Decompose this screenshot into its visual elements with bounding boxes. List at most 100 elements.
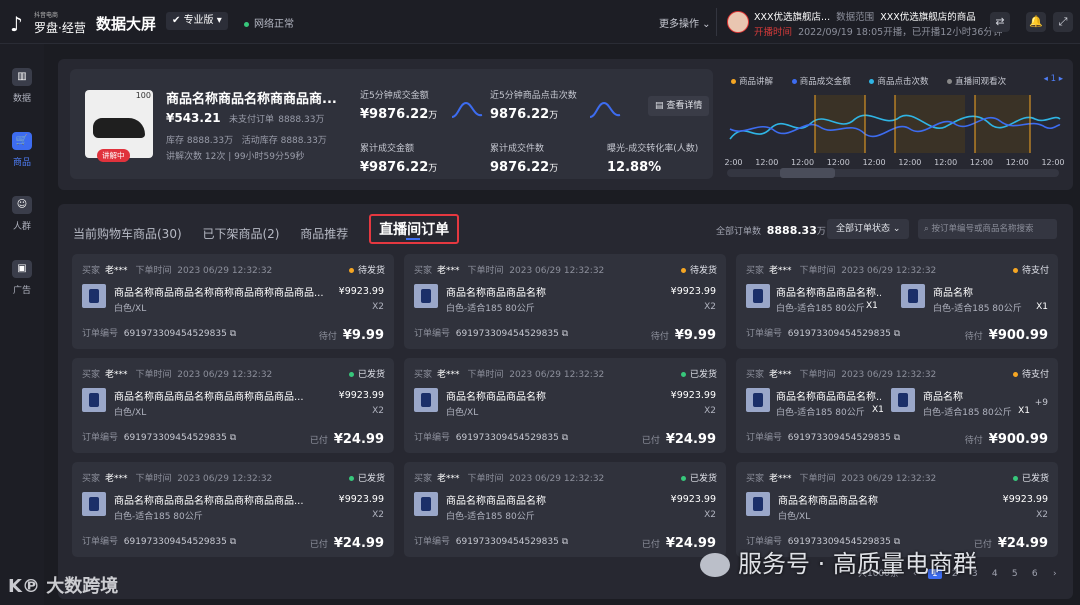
stat-recent-clicks: 近5分钟商品点击次数 9876.22万 bbox=[490, 88, 577, 122]
status-filter-dropdown[interactable]: 全部订单状态 ⌄ bbox=[827, 219, 910, 239]
sidebar-item-data[interactable]: ▥ 数据 bbox=[8, 68, 36, 104]
pay-label: 已付 bbox=[641, 436, 660, 446]
status-dot-icon bbox=[1012, 268, 1018, 273]
item-name: 商品名称商品商品名称... bbox=[776, 392, 881, 403]
tab-cart-goods[interactable]: 当前购物车商品(30) bbox=[73, 227, 182, 241]
order-time-label: 下单时间 bbox=[135, 474, 172, 484]
order-header: 买家 老*** 下单时间 2023 06/29 12:32:32 bbox=[746, 471, 936, 484]
order-card[interactable]: 买家 老*** 下单时间 2023 06/29 12:32:32 已发货 商品名称商品商… bbox=[404, 462, 726, 557]
order-card[interactable]: 买家 老*** 下单时间 2023 06/29 12:32:32 已发货 商品名称商品商… bbox=[72, 462, 394, 557]
view-detail-button[interactable]: ▤ 查看详情 bbox=[648, 96, 710, 116]
legend-item[interactable]: 商品点击次数 bbox=[869, 77, 936, 87]
stat-total-gmv: 累计成交金额 ¥9876.22万 bbox=[360, 141, 437, 175]
tab-recommend[interactable]: 商品推荐 bbox=[300, 227, 348, 241]
order-header: 买家 老*** 下单时间 2023 06/29 12:32:32 bbox=[82, 471, 272, 484]
copy-icon[interactable]: ⧉ bbox=[562, 537, 568, 547]
copy-icon[interactable]: ⧉ bbox=[230, 433, 236, 443]
order-time-label: 下单时间 bbox=[799, 474, 836, 484]
next-page-icon[interactable]: › bbox=[1048, 569, 1062, 579]
status-dot-icon bbox=[348, 268, 354, 273]
item-qty: X1 bbox=[1036, 302, 1048, 312]
page-number[interactable]: 6 bbox=[1028, 569, 1042, 579]
stat-value: 12.88% bbox=[607, 160, 662, 175]
order-search-input[interactable]: ⌕ 按订单编号或商品名称搜索 bbox=[918, 219, 1057, 239]
shop-name: XXX优选旗舰店... bbox=[754, 12, 831, 23]
order-card[interactable]: 买家 老*** 下单时间 2023 06/29 12:32:32 已发货 商品名称商品商… bbox=[404, 358, 726, 453]
tab-live-orders[interactable]: 直播间订单 bbox=[369, 214, 460, 244]
order-no-value: 691973309454529835 bbox=[123, 537, 227, 547]
order-card[interactable]: 买家 老*** 下单时间 2023 06/29 12:32:32 已发货 商品名称商品商… bbox=[736, 462, 1058, 557]
explain-count: 12次 bbox=[204, 152, 226, 162]
legend-item[interactable]: 商品讲解 bbox=[731, 77, 781, 87]
order-status: 已发货 bbox=[680, 471, 717, 484]
buyer-name: 老*** bbox=[769, 370, 792, 380]
order-card[interactable]: 买家 老*** 下单时间 2023 06/29 12:32:32 待支付 商品名称商品商… bbox=[736, 254, 1058, 349]
x-tick-label: 12:00 bbox=[970, 158, 993, 167]
order-card[interactable]: 买家 老*** 下单时间 2023 06/29 12:32:32 待发货 商品名称商品商… bbox=[72, 254, 394, 349]
x-tick-label: 12:00 bbox=[1006, 158, 1029, 167]
item-name: 商品名称商品商品名称... bbox=[776, 288, 881, 299]
order-status-label: 已发货 bbox=[357, 474, 385, 484]
fullscreen-icon[interactable]: ⤢ bbox=[1053, 12, 1073, 32]
logo-name: 罗盘·经营 bbox=[34, 21, 86, 35]
buyer-label: 买家 bbox=[82, 370, 101, 380]
app-logo: ♪ 抖音电商 罗盘·经营 bbox=[8, 10, 88, 36]
tab-offline-goods[interactable]: 已下架商品(2) bbox=[202, 227, 279, 241]
unpaid-label: 未支付订单 bbox=[229, 115, 275, 125]
search-icon: ⌕ bbox=[924, 224, 929, 234]
item-spec: 白色-适合185 80公斤 bbox=[933, 304, 1022, 314]
item-qty: X2 bbox=[704, 302, 716, 312]
item-qty: X1 bbox=[866, 301, 878, 311]
data-icon: ▥ bbox=[12, 68, 32, 86]
sidebar-item-goods[interactable]: 🛒 商品 bbox=[8, 132, 36, 168]
page-number[interactable]: 4 bbox=[988, 569, 1002, 579]
stat-unit: 万 bbox=[549, 111, 559, 121]
item-spec: 白色-适合185 80公斤 bbox=[446, 304, 535, 314]
order-time-label: 下单时间 bbox=[467, 474, 504, 484]
copy-icon[interactable]: ⧉ bbox=[894, 433, 900, 443]
stat-label: 近5分钟商品点击次数 bbox=[490, 91, 577, 101]
order-status: 已发货 bbox=[1012, 471, 1049, 484]
copy-icon[interactable]: ⧉ bbox=[894, 329, 900, 339]
order-no-value: 691973309454529835 bbox=[455, 433, 559, 443]
range-slider-track[interactable] bbox=[727, 169, 1059, 177]
more-label: 更多操作 bbox=[659, 19, 699, 30]
legend-item[interactable]: 直播间观看次 bbox=[947, 77, 1014, 87]
order-payment: 已付 ¥24.99 bbox=[310, 432, 384, 447]
order-time-label: 下单时间 bbox=[799, 370, 836, 380]
more-actions-button[interactable]: 更多操作 ⌄ bbox=[659, 15, 711, 30]
page-number[interactable]: 5 bbox=[1008, 569, 1022, 579]
copy-icon[interactable]: ⧉ bbox=[230, 329, 236, 339]
sidebar-item-crowd[interactable]: ☺ 人群 bbox=[8, 196, 36, 232]
order-no-label: 订单编号 bbox=[414, 433, 451, 443]
legend-pager[interactable]: ◂ 1 ▸ bbox=[1044, 74, 1063, 84]
stock-label: 库存 bbox=[166, 136, 185, 146]
copy-icon[interactable]: ⧉ bbox=[230, 537, 236, 547]
order-no-label: 订单编号 bbox=[82, 537, 119, 547]
edition-dropdown[interactable]: ✔ 专业版 ▾ bbox=[166, 12, 228, 30]
sidebar-item-ads[interactable]: ▣ 广告 bbox=[8, 260, 36, 296]
order-number: 订单编号 691973309454529835 ⧉ bbox=[414, 430, 568, 443]
range-slider-handle[interactable] bbox=[780, 168, 835, 178]
order-status-label: 已发货 bbox=[1021, 474, 1049, 484]
item-price: ¥9923.99 bbox=[338, 286, 384, 297]
avatar[interactable] bbox=[727, 11, 749, 33]
switch-icon[interactable]: ⇄ bbox=[990, 12, 1010, 32]
order-header: 买家 老*** 下单时间 2023 06/29 12:32:32 bbox=[746, 263, 936, 276]
legend-item[interactable]: 商品成交金额 bbox=[791, 77, 859, 87]
total-label: 全部订单数 bbox=[716, 227, 762, 237]
item-name: 商品名称商品商品名称商称商品商称商品商品... bbox=[114, 288, 324, 299]
order-time: 2023 06/29 12:32:32 bbox=[841, 370, 937, 380]
order-card[interactable]: 买家 老*** 下单时间 2023 06/29 12:32:32 待发货 商品名称商品商… bbox=[404, 254, 726, 349]
more-items-count[interactable]: +9 bbox=[1035, 398, 1048, 408]
buyer-name: 老*** bbox=[769, 266, 792, 276]
order-card[interactable]: 买家 老*** 下单时间 2023 06/29 12:32:32 待支付 商品名称商品商… bbox=[736, 358, 1058, 453]
activity-stock-label: 活动库存 bbox=[241, 136, 278, 146]
order-time-label: 下单时间 bbox=[467, 266, 504, 276]
order-card[interactable]: 买家 老*** 下单时间 2023 06/29 12:32:32 已发货 商品名称商品商… bbox=[72, 358, 394, 453]
bell-icon[interactable]: 🔔 bbox=[1026, 12, 1046, 32]
ad-icon: ▣ bbox=[12, 260, 32, 278]
copy-icon[interactable]: ⧉ bbox=[562, 433, 568, 443]
buyer-label: 买家 bbox=[746, 370, 765, 380]
copy-icon[interactable]: ⧉ bbox=[562, 329, 568, 339]
